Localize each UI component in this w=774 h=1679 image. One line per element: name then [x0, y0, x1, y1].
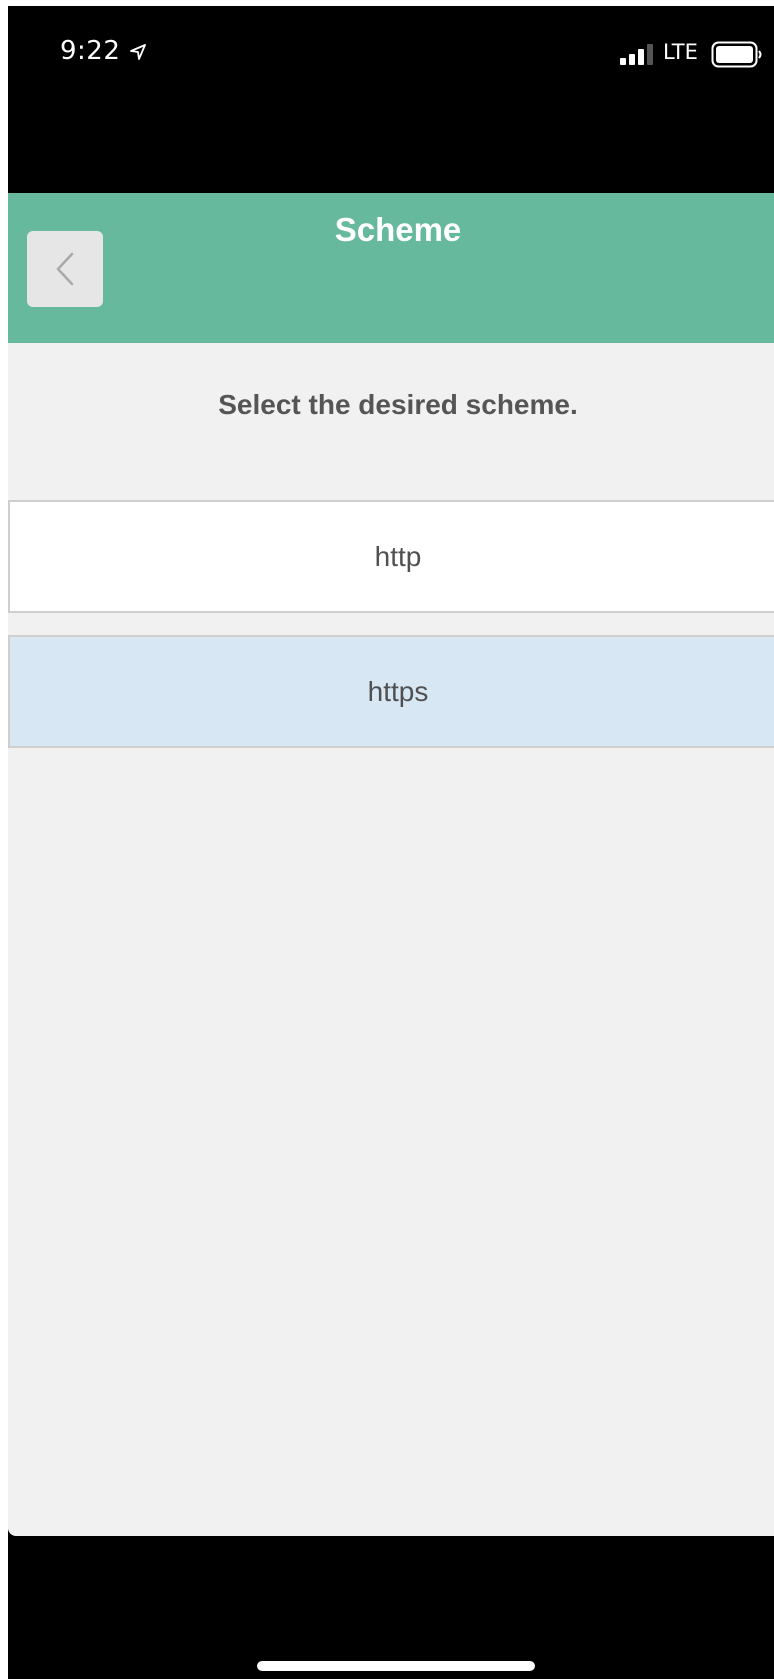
- device-frame: 9:22 LTE Scheme Select the desired schem…: [8, 6, 774, 1679]
- app-screen: Scheme Select the desired scheme. http h…: [8, 193, 774, 1536]
- status-bar: 9:22 LTE: [8, 6, 774, 106]
- battery-icon: [711, 41, 763, 69]
- network-type: LTE: [663, 40, 698, 64]
- status-time: 9:22: [60, 36, 121, 66]
- header-bar: Scheme: [8, 193, 774, 343]
- scheme-option-http[interactable]: http: [8, 500, 774, 613]
- home-indicator[interactable]: [257, 1661, 535, 1671]
- location-arrow-icon: [130, 44, 146, 60]
- instruction-text: Select the desired scheme.: [218, 389, 578, 420]
- signal-icon: [620, 44, 660, 66]
- scheme-option-https[interactable]: https: [8, 635, 774, 748]
- page-title: Scheme: [334, 211, 462, 248]
- chevron-left-icon: [56, 252, 74, 286]
